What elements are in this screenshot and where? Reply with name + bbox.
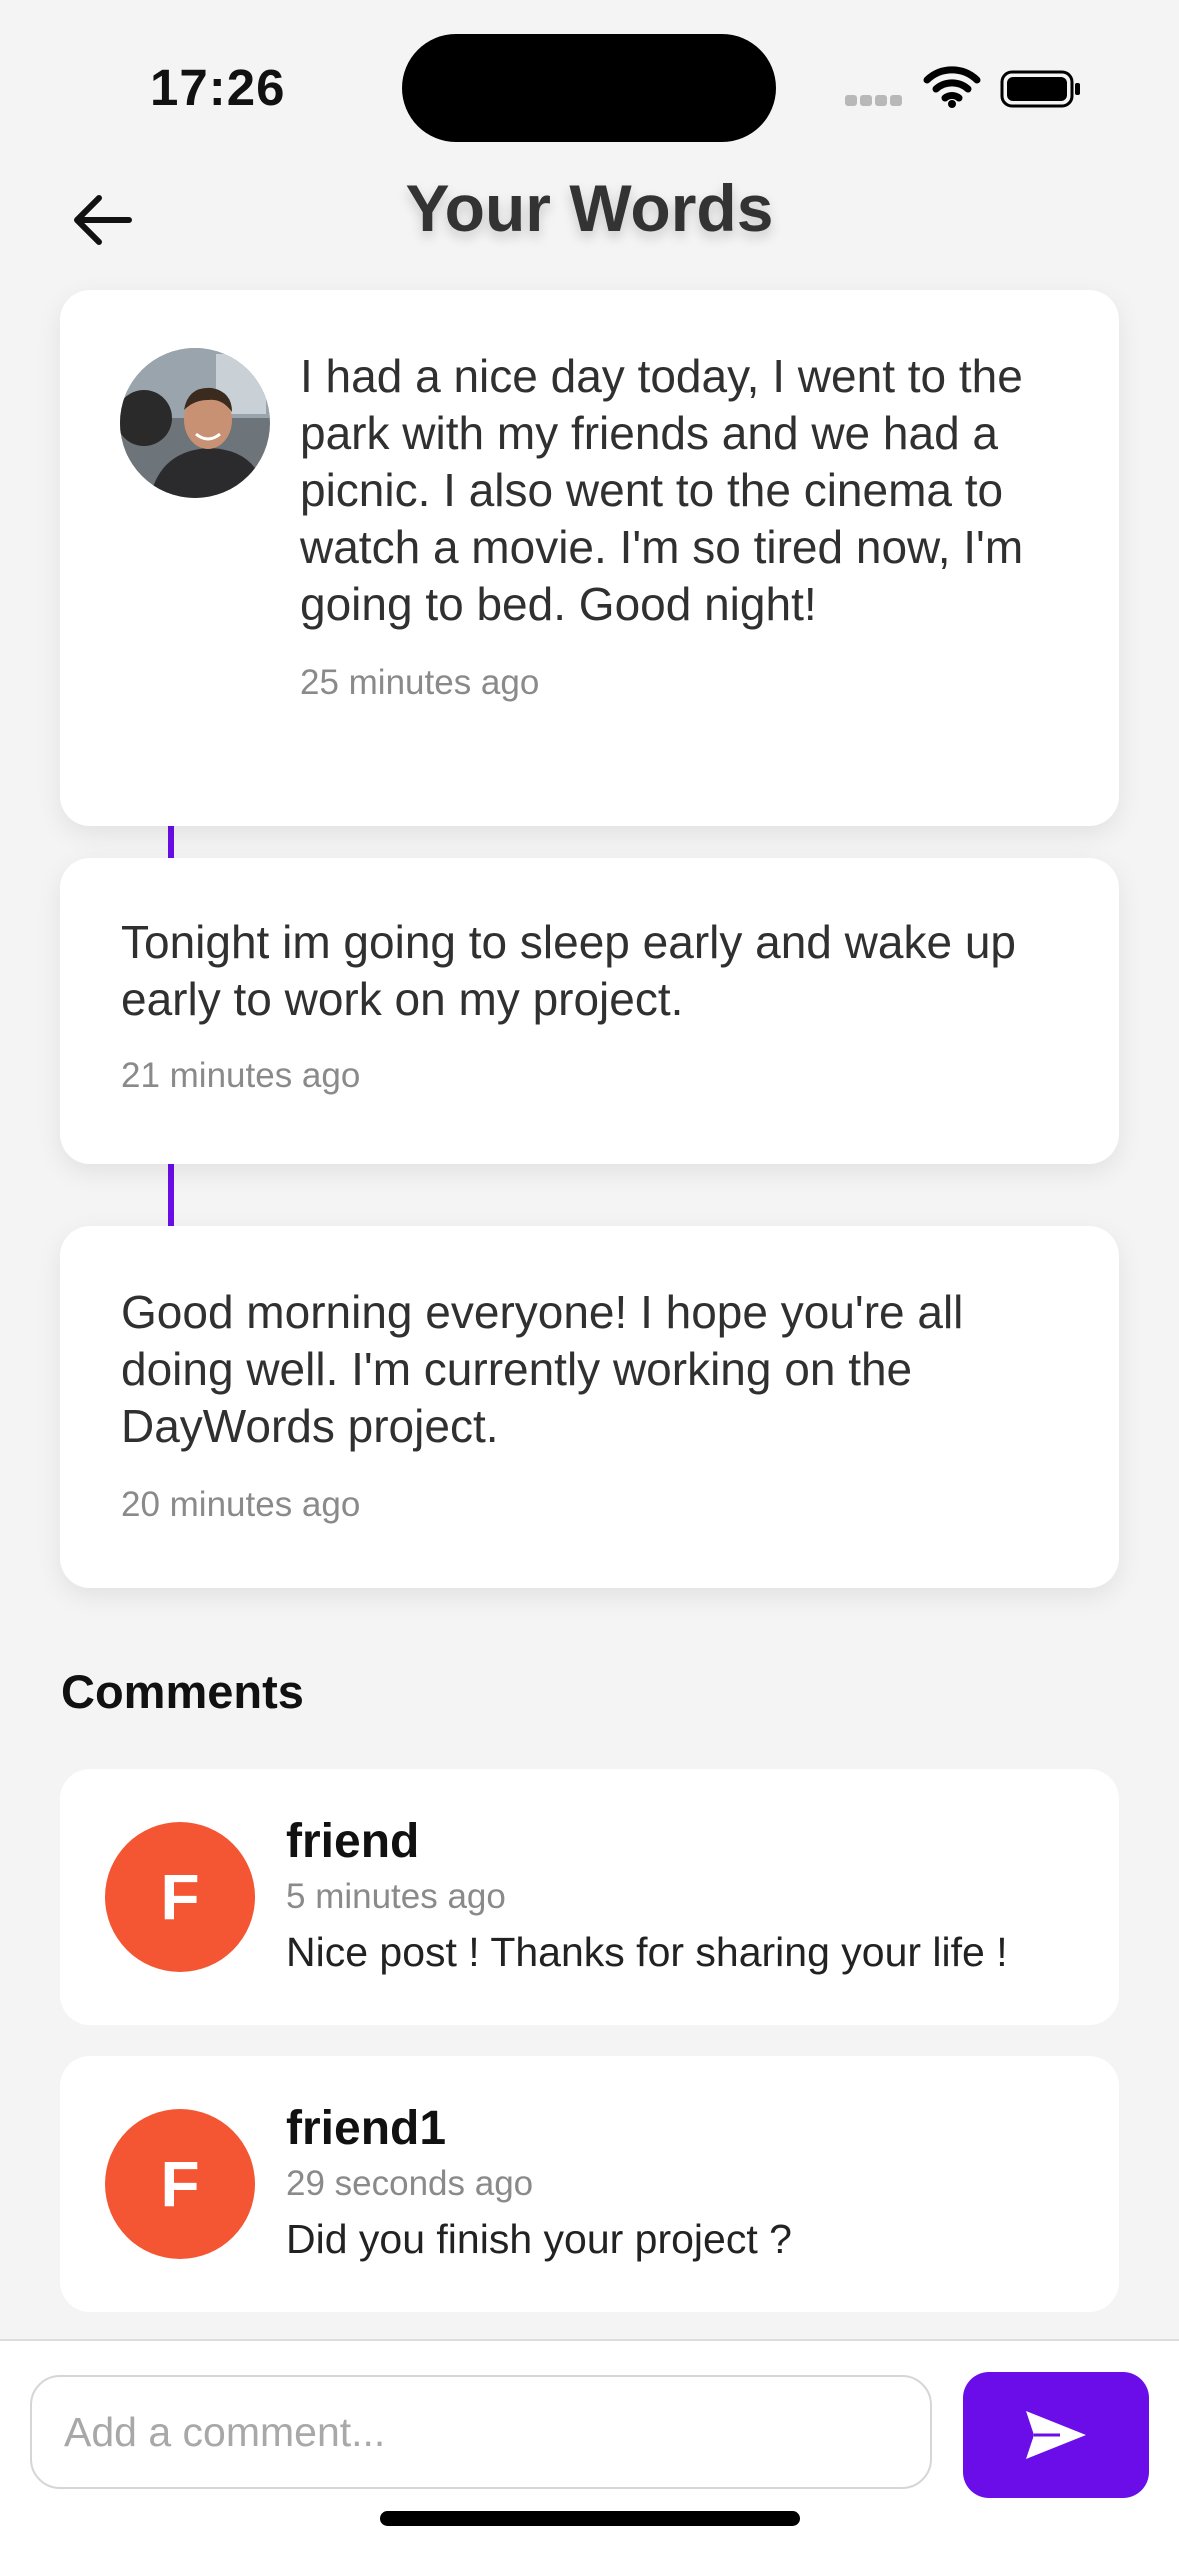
user-avatar: [120, 348, 270, 498]
comment-input[interactable]: [30, 2375, 932, 2489]
comment-composer: [0, 2339, 1179, 2558]
post-card: I had a nice day today, I went to the pa…: [60, 290, 1119, 826]
post-card: Tonight im going to sleep early and wake…: [60, 858, 1119, 1164]
timeline-connector: [168, 826, 174, 858]
comment-text: Nice post ! Thanks for sharing your life…: [286, 1929, 1008, 1975]
post-text: Good morning everyone! I hope you're all…: [121, 1286, 964, 1452]
status-time: 17:26: [150, 59, 286, 116]
comment-text: Did you finish your project ?: [286, 2216, 792, 2262]
post-timestamp: 20 minutes ago: [121, 1485, 361, 1524]
post-timestamp: 25 minutes ago: [300, 663, 540, 702]
comment-card: F friend 5 minutes ago Nice post ! Thank…: [60, 1769, 1119, 2025]
home-indicator: [380, 2511, 800, 2526]
comment-timestamp: 29 seconds ago: [286, 2164, 534, 2203]
post-card: Good morning everyone! I hope you're all…: [60, 1226, 1119, 1588]
wifi-icon: [923, 66, 981, 108]
comment-avatar: F: [105, 1822, 255, 1972]
post-text: I had a nice day today, I went to the pa…: [300, 350, 1024, 630]
battery-icon: [1000, 70, 1080, 108]
status-bar: 17:26: [0, 0, 1179, 170]
comment-author: friend: [286, 1815, 420, 1868]
dynamic-island: [402, 34, 776, 142]
post-text: Tonight im going to sleep early and wake…: [121, 916, 1017, 1025]
timeline-connector: [168, 1164, 174, 1226]
page-title: Your Words: [405, 171, 774, 245]
send-icon: [1026, 2411, 1086, 2459]
comments-heading: Comments: [61, 1665, 304, 1718]
post-timestamp: 21 minutes ago: [121, 1056, 361, 1095]
comment-card: F friend1 29 seconds ago Did you finish …: [60, 2056, 1119, 2312]
comment-avatar: F: [105, 2109, 255, 2259]
comment-timestamp: 5 minutes ago: [286, 1877, 506, 1916]
header: Your Words: [0, 160, 1179, 260]
comment-author: friend1: [286, 2102, 447, 2155]
send-button[interactable]: [963, 2372, 1149, 2498]
